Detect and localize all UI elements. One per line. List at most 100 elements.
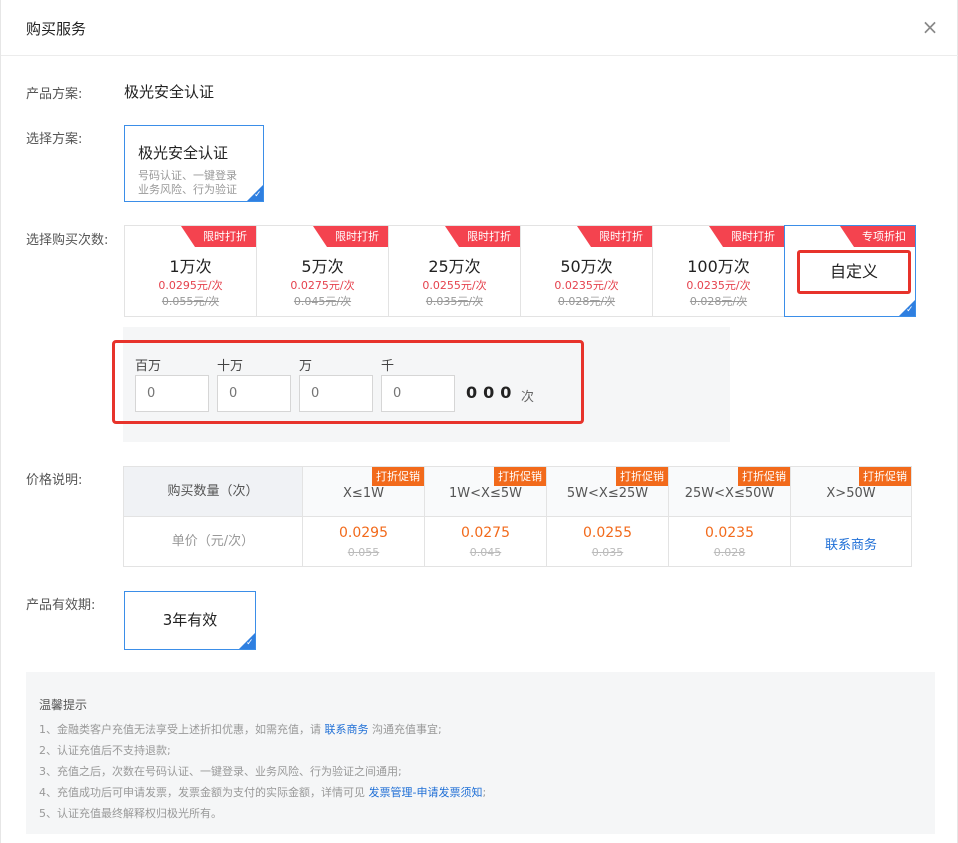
- validity-label: 产品有效期:: [26, 598, 96, 613]
- pricing-row-price-label: 单价（元/次）: [124, 517, 303, 567]
- pricing-col-header: 打折促销 1W<X≤5W: [425, 467, 547, 517]
- close-icon[interactable]: ×: [919, 16, 941, 38]
- quantity-option-25w[interactable]: 限时打折 25万次 0.0255元/次 0.035元/次: [388, 225, 521, 317]
- pricing-range: 25W<X≤50W: [684, 486, 775, 501]
- quantity-amount: 25万次: [428, 257, 481, 276]
- promo-badge: 打折促销: [616, 467, 668, 486]
- fixed-zeros: 000: [466, 383, 518, 402]
- digit-input-ten-thousands[interactable]: [299, 375, 373, 412]
- pricing-label: 价格说明:: [26, 473, 83, 488]
- quantity-amount: 5万次: [301, 257, 344, 276]
- quantity-price: 0.0235元/次: [554, 279, 619, 292]
- quantity-price: 0.0295元/次: [158, 279, 223, 292]
- special-discount-ribbon: 专项折扣: [840, 226, 915, 247]
- promo-badge: 打折促销: [372, 467, 424, 486]
- digit-label-hundred-thousands: 十万: [217, 359, 244, 374]
- tip-text: ;: [482, 786, 487, 799]
- custom-option-label[interactable]: 自定义: [797, 250, 911, 294]
- tip-text: 1、金融类客户充值无法享受上述折扣优惠，如需充值，请: [39, 723, 325, 736]
- pricing-col-header: 打折促销 25W<X≤50W: [669, 467, 791, 517]
- pricing-table: 购买数量（次） 单价（元/次） 打折促销 X≤1W 打折促销 1W<X≤5W 打…: [123, 466, 912, 567]
- tips-panel: 温馨提示 1、金融类客户充值无法享受上述折扣优惠，如需充值，请 联系商务 沟通充…: [26, 672, 935, 834]
- original-unit-price: 0.028: [713, 546, 746, 559]
- tip-line-3: 3、充值之后，次数在号码认证、一键登录、业务风险、行为验证之间通用;: [39, 765, 402, 778]
- discount-ribbon: 限时打折: [577, 226, 652, 247]
- pricing-row-header: 购买数量（次）: [124, 467, 303, 517]
- promo-badge: 打折促销: [738, 467, 790, 486]
- unit-price: 0.0295: [339, 525, 388, 541]
- pricing-range: X>50W: [826, 486, 876, 501]
- plan-desc-line2: 业务风险、行为验证: [138, 183, 237, 196]
- pricing-range: 5W<X≤25W: [566, 486, 649, 501]
- original-unit-price: 0.045: [469, 546, 502, 559]
- dialog-title: 购买服务: [26, 20, 87, 38]
- plan-card-security-auth[interactable]: 极光安全认证 号码认证、一键登录 业务风险、行为验证 ✓: [124, 125, 264, 202]
- tip-line-2: 2、认证充值后不支持退款;: [39, 744, 171, 757]
- quantity-option-50w[interactable]: 限时打折 50万次 0.0235元/次 0.028元/次: [520, 225, 653, 317]
- pricing-cell: 0.0275 0.045: [425, 517, 547, 567]
- quantity-amount: 1万次: [169, 257, 212, 276]
- pricing-col-header: 打折促销 X>50W: [791, 467, 911, 517]
- discount-ribbon: 限时打折: [313, 226, 388, 247]
- contact-sales-link[interactable]: 联系商务: [791, 534, 911, 553]
- pricing-cell: 0.0255 0.035: [547, 517, 669, 567]
- quantity-amount: 100万次: [687, 257, 750, 276]
- tip-text: 沟通充值事宜;: [368, 723, 442, 736]
- quantity-price: 0.0235元/次: [686, 279, 751, 292]
- digit-input-thousands[interactable]: [381, 375, 455, 412]
- discount-ribbon: 限时打折: [709, 226, 784, 247]
- quantity-original-price: 0.028元/次: [557, 295, 616, 308]
- unit-price: 0.0275: [461, 525, 510, 541]
- tip-line-1: 1、金融类客户充值无法享受上述折扣优惠，如需充值，请 联系商务 沟通充值事宜;: [39, 721, 442, 737]
- discount-ribbon: 限时打折: [181, 226, 256, 247]
- dialog-header: 购买服务 ×: [1, 0, 958, 56]
- unit-price: 0.0255: [583, 525, 632, 541]
- digit-label-ten-thousands: 万: [299, 359, 313, 374]
- quantity-price: 0.0255元/次: [422, 279, 487, 292]
- quantity-amount: 50万次: [560, 257, 613, 276]
- contact-sales-link[interactable]: 联系商务: [325, 723, 369, 736]
- product-label: 产品方案:: [26, 87, 83, 102]
- pricing-cell: 0.0235 0.028: [669, 517, 791, 567]
- digit-label-millions: 百万: [135, 359, 162, 374]
- plan-label: 选择方案:: [26, 132, 83, 147]
- quantity-option-1w[interactable]: 限时打折 1万次 0.0295元/次 0.055元/次: [124, 225, 257, 317]
- pricing-cell: 联系商务: [791, 517, 911, 567]
- digit-label-thousands: 千: [381, 359, 395, 374]
- quantity-price: 0.0275元/次: [290, 279, 355, 292]
- validity-value: 3年有效: [162, 611, 218, 629]
- original-unit-price: 0.055: [347, 546, 380, 559]
- digit-input-hundred-thousands[interactable]: [217, 375, 291, 412]
- invoice-guide-link[interactable]: 发票管理-申请发票须知: [369, 786, 483, 799]
- original-unit-price: 0.035: [591, 546, 624, 559]
- selected-check-icon: ✓: [899, 300, 915, 316]
- selected-check-icon: ✓: [247, 185, 263, 201]
- pricing-range: X≤1W: [343, 486, 384, 501]
- selected-check-icon: ✓: [239, 633, 255, 649]
- tip-line-5: 5、认证充值最终解释权归极光所有。: [39, 807, 222, 820]
- pricing-cell: 0.0295 0.055: [303, 517, 425, 567]
- purchase-dialog: 购买服务 × 产品方案: 极光安全认证 选择方案: 极光安全认证 号码认证、一键…: [0, 0, 958, 843]
- tip-line-4: 4、充值成功后可申请发票，发票金额为支付的实际金额，详情可见 发票管理-申请发票…: [39, 784, 486, 800]
- discount-ribbon: 限时打折: [445, 226, 520, 247]
- quantity-unit: 次: [521, 390, 535, 405]
- digit-input-millions[interactable]: [135, 375, 209, 412]
- pricing-col-header: 打折促销 X≤1W: [303, 467, 425, 517]
- plan-name: 极光安全认证: [138, 144, 229, 162]
- quantity-original-price: 0.028元/次: [689, 295, 748, 308]
- pricing-range: 1W<X≤5W: [449, 486, 522, 501]
- pricing-col-header: 打折促销 5W<X≤25W: [547, 467, 669, 517]
- quantity-option-5w[interactable]: 限时打折 5万次 0.0275元/次 0.045元/次: [256, 225, 389, 317]
- quantity-original-price: 0.055元/次: [161, 295, 220, 308]
- quantity-label: 选择购买次数:: [26, 233, 109, 248]
- tips-title: 温馨提示: [39, 698, 88, 712]
- promo-badge: 打折促销: [494, 467, 546, 486]
- unit-price: 0.0235: [705, 525, 754, 541]
- promo-badge: 打折促销: [859, 467, 911, 486]
- quantity-original-price: 0.045元/次: [293, 295, 352, 308]
- product-value: 极光安全认证: [124, 83, 215, 101]
- quantity-original-price: 0.035元/次: [425, 295, 484, 308]
- quantity-option-100w[interactable]: 限时打折 100万次 0.0235元/次 0.028元/次: [652, 225, 785, 317]
- validity-option-3y[interactable]: 3年有效 ✓: [124, 591, 256, 650]
- tip-text: 4、充值成功后可申请发票，发票金额为支付的实际金额，详情可见: [39, 786, 369, 799]
